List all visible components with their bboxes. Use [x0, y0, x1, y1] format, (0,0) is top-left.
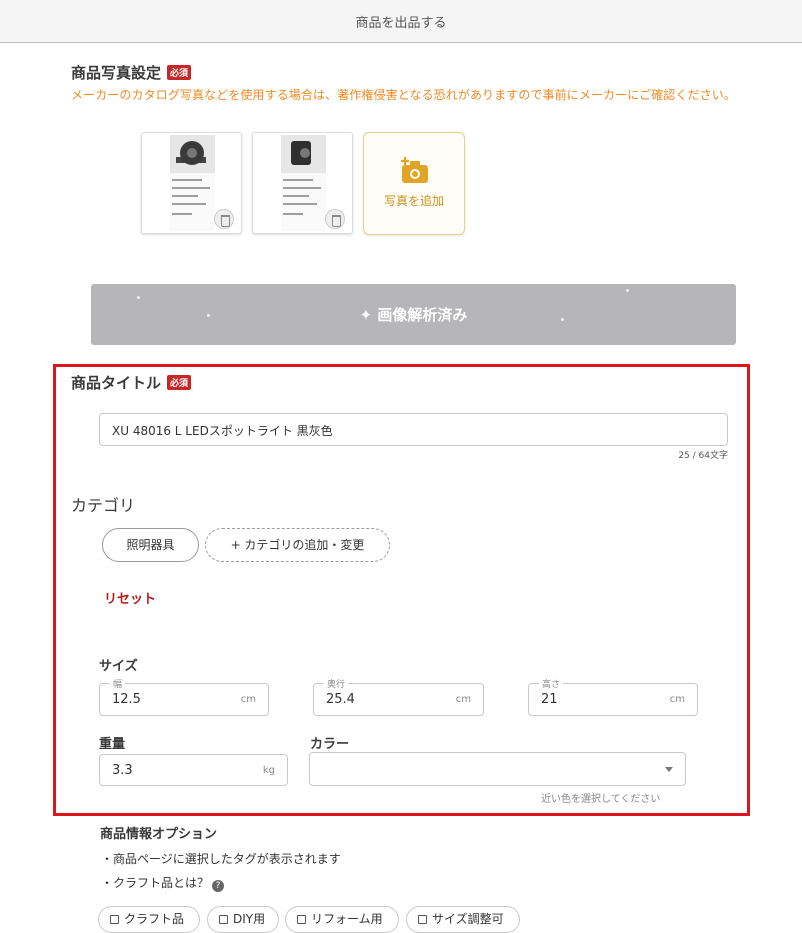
product-title-value: XU 48016 L LEDスポットライト 黒灰色: [112, 424, 333, 438]
product-photo: [170, 135, 215, 173]
tag-label: DIY用: [233, 912, 266, 926]
tag-label: クラフト品: [124, 912, 185, 926]
header-bar: 商品を出品する: [0, 0, 802, 43]
depth-field[interactable]: 奥行 25.4 cm: [313, 677, 484, 716]
photo-section-title: 商品写真設定 必須: [71, 62, 192, 83]
help-icon[interactable]: ?: [212, 880, 225, 892]
craft-info-line: ・クラフト品とは？?: [101, 874, 225, 892]
width-unit: cm: [240, 694, 256, 705]
width-value: 12.5: [112, 692, 141, 707]
add-change-category-button[interactable]: + カテゴリの追加・変更: [205, 528, 390, 562]
color-title: カラー: [310, 737, 350, 752]
weight-field[interactable]: 3.3 kg: [99, 754, 288, 786]
width-field[interactable]: 幅 12.5 cm: [99, 677, 269, 716]
height-value: 21: [541, 692, 558, 707]
color-hint: 近い色を選択してください: [541, 794, 661, 805]
image-analyzed-button[interactable]: ✦ 画像解析済み: [91, 284, 736, 345]
spec-line: [283, 195, 309, 197]
analyze-label-row: ✦ 画像解析済み: [91, 304, 736, 325]
add-photo-button[interactable]: 写真を追加: [363, 132, 465, 235]
tag-checkbox-reform[interactable]: リフォーム用: [285, 906, 399, 933]
depth-unit: cm: [455, 694, 471, 705]
checkbox-icon: [219, 915, 228, 924]
spotlight-icon: [291, 141, 311, 165]
tag-label: サイズ調整可: [432, 912, 504, 926]
page-title: 商品を出品する: [355, 16, 447, 31]
analyze-label: 画像解析済み: [377, 306, 468, 324]
tag-checkbox-craft[interactable]: クラフト品: [98, 906, 200, 933]
craft-info-text: ・クラフト品とは？: [101, 876, 210, 890]
checkbox-icon: [110, 915, 119, 924]
tag-checkbox-size-adjust[interactable]: サイズ調整可: [406, 906, 520, 933]
spec-line: [283, 179, 313, 181]
depth-value: 25.4: [326, 692, 355, 707]
options-note: ・商品ページに選択したタグが表示されます: [101, 852, 341, 866]
spec-line: [172, 187, 210, 189]
depth-label: 奥行: [324, 677, 349, 690]
sparkle-dot: [137, 296, 140, 299]
product-photo: [281, 135, 326, 173]
weight-unit: kg: [262, 765, 275, 776]
caret-down-icon: [665, 767, 673, 772]
photo-thumbnail-1[interactable]: [141, 132, 242, 234]
title-section-title: 商品タイトル 必須: [71, 372, 192, 393]
catalog-image: [281, 135, 326, 231]
sparkle-icon: ✦: [359, 306, 373, 324]
checkbox-icon: [418, 915, 427, 924]
size-title: サイズ: [99, 659, 138, 674]
add-camera-icon: [401, 157, 428, 183]
required-badge: 必須: [167, 65, 192, 80]
photo-thumbnail-2[interactable]: [252, 132, 353, 234]
height-label: 高さ: [539, 677, 564, 690]
height-unit: cm: [669, 694, 685, 705]
spec-line: [172, 203, 206, 205]
photo-section-title-text: 商品写真設定: [71, 64, 162, 82]
color-select[interactable]: [309, 752, 686, 786]
reset-button[interactable]: リセット: [104, 588, 156, 607]
spotlight-icon: [176, 141, 206, 165]
width-label: 幅: [110, 677, 126, 690]
spec-line: [283, 187, 321, 189]
catalog-image: [170, 135, 215, 231]
trash-icon[interactable]: [214, 209, 234, 229]
add-photo-label: 写真を追加: [383, 194, 444, 208]
weight-value: 3.3: [112, 763, 133, 778]
product-title-input[interactable]: XU 48016 L LEDスポットライト 黒灰色: [99, 413, 728, 446]
copyright-notice: メーカーのカタログ写真などを使用する場合は、著作権侵害となる恐れがありますので事…: [71, 88, 736, 102]
tag-checkbox-diy[interactable]: DIY用: [207, 906, 279, 933]
required-badge: 必須: [167, 375, 192, 390]
spec-line: [172, 195, 198, 197]
category-chip-lighting[interactable]: 照明器具: [102, 528, 199, 562]
title-section-title-text: 商品タイトル: [71, 374, 162, 392]
tag-label: リフォーム用: [311, 912, 383, 926]
category-title: カテゴリ: [71, 496, 136, 515]
sparkle-dot: [626, 289, 629, 292]
spec-line: [283, 203, 317, 205]
height-field[interactable]: 高さ 21 cm: [528, 677, 698, 716]
trash-icon[interactable]: [325, 209, 345, 229]
checkbox-icon: [297, 915, 306, 924]
spec-line: [172, 213, 192, 215]
weight-title: 重量: [99, 737, 126, 752]
spec-line: [283, 213, 303, 215]
spec-line: [172, 179, 202, 181]
title-char-counter: 25 / 64文字: [678, 451, 728, 461]
options-title: 商品情報オプション: [100, 827, 218, 842]
